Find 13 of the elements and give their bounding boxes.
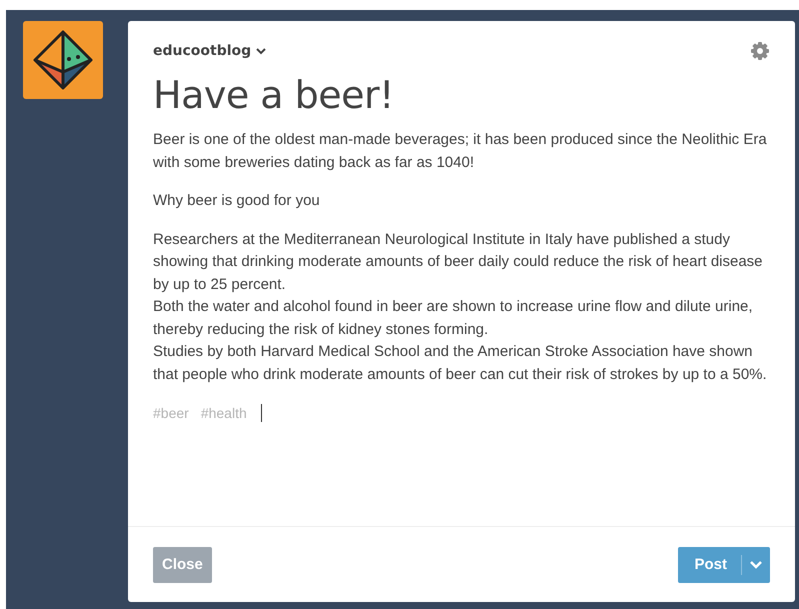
- chevron-icon: [256, 48, 266, 54]
- body-text[interactable]: Why beer is good for you: [153, 190, 775, 212]
- octahedron-icon: [31, 28, 95, 92]
- body-text[interactable]: Both the water and alcohol found in beer are shown to increase urine flow and dilute urine, thereby reducing the risk of kidney stones forming.: [153, 296, 775, 341]
- settings-icon[interactable]: [750, 41, 770, 61]
- blog-avatar[interactable]: [23, 21, 103, 99]
- body-text[interactable]: Studies by both Harvard Medical School and the American Stroke Association have shown that people who drink moderate amounts of beer can cut their risk of strokes by up to a 50%.: [153, 341, 775, 386]
- post-title[interactable]: Have a beer!: [153, 73, 770, 117]
- body-text[interactable]: Researchers at the Mediterranean Neurological Institute in Italy have published a study showing that drinking moderate amounts of beer daily could reduce the risk of heart disease by up to 25 percent.: [153, 228, 775, 296]
- text-cursor: [260, 404, 262, 422]
- blog-selector[interactable]: educootblog: [153, 43, 266, 59]
- body-text[interactable]: Beer is one of the oldest man-made beverages; it has been produced since the Neolithic Era with some breweries dating back as far as 1040!: [153, 129, 775, 174]
- chevron-icon[interactable]: [750, 560, 762, 568]
